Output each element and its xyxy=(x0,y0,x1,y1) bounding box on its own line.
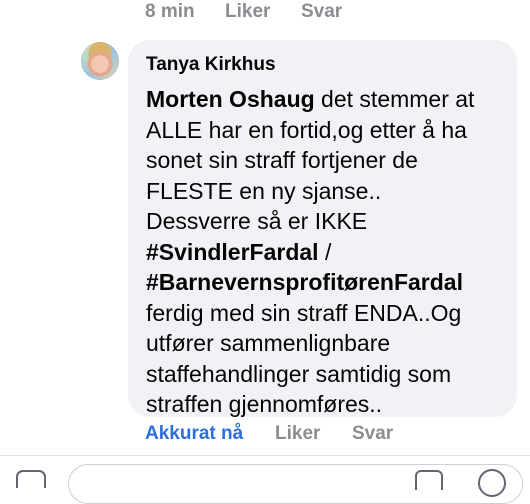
reply-button[interactable]: Svar xyxy=(301,1,342,23)
comment-text-segment: / xyxy=(318,238,338,265)
sticker-icon[interactable] xyxy=(415,470,443,490)
comment-actions: Akkurat nå Liker Svar xyxy=(145,421,393,447)
comment-timestamp[interactable]: Akkurat nå xyxy=(145,423,275,445)
comment-author[interactable]: Tanya Kirkhus xyxy=(146,53,501,77)
comment-mention[interactable]: #SvindlerFardal xyxy=(146,239,319,265)
previous-comment-actions: 8 min Liker Svar xyxy=(145,0,342,24)
comment-mention[interactable]: #BarnevernsprofitørenFardal xyxy=(146,269,463,295)
emoji-icon[interactable] xyxy=(478,469,506,497)
camera-icon[interactable] xyxy=(16,470,46,488)
comment-text: Morten Oshaug det stemmer at ALLE har en… xyxy=(146,84,501,420)
comment-composer xyxy=(0,456,530,504)
comment-mention[interactable]: Morten Oshaug xyxy=(146,86,315,112)
like-button[interactable]: Liker xyxy=(225,1,301,23)
reply-button[interactable]: Svar xyxy=(352,423,393,445)
comment-timestamp[interactable]: 8 min xyxy=(145,1,225,23)
like-button[interactable]: Liker xyxy=(275,423,352,445)
avatar[interactable] xyxy=(81,42,119,80)
comment-input[interactable] xyxy=(68,464,523,504)
comment-bubble: Tanya Kirkhus Morten Oshaug det stemmer … xyxy=(128,40,517,417)
